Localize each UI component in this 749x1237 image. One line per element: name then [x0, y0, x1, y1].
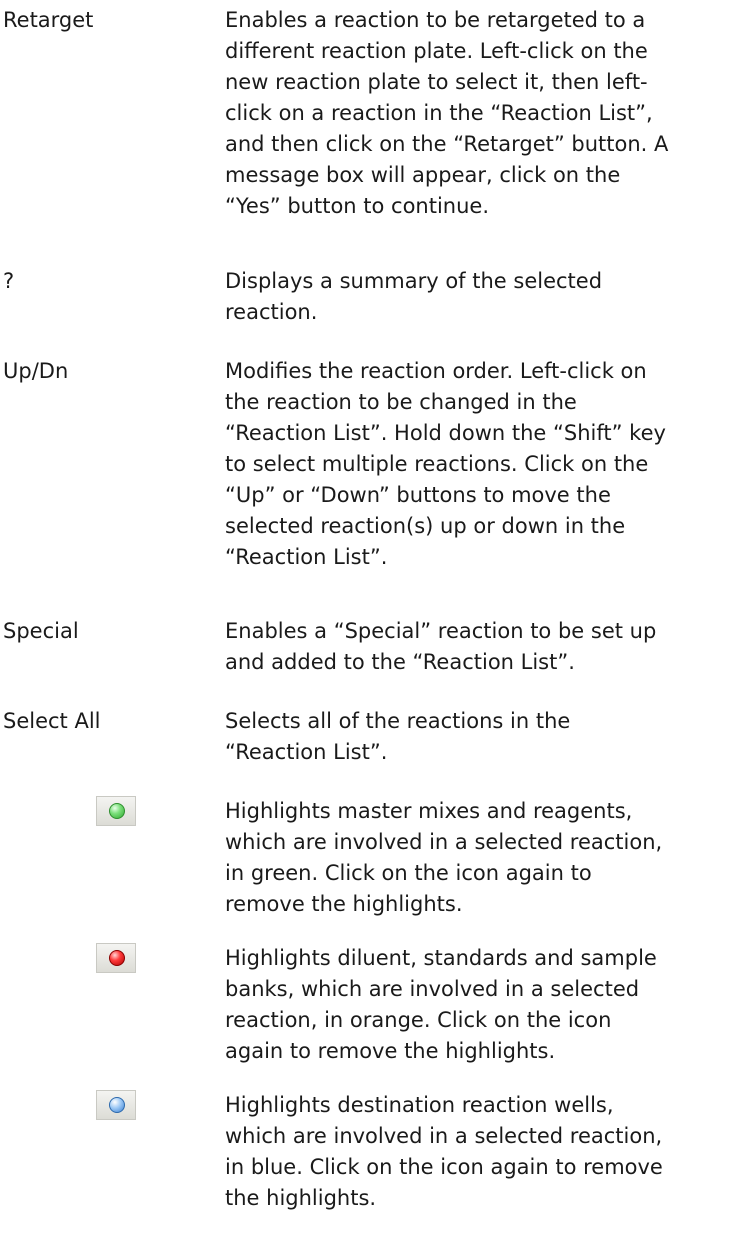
desc-line: again to remove the highlights.	[225, 1039, 556, 1063]
desc-line: and added to the “Reaction List”.	[225, 650, 575, 674]
red-circle-icon	[109, 950, 125, 966]
desc-line: reaction.	[225, 300, 318, 324]
desc-line: in blue. Click on the icon again to remo…	[225, 1155, 663, 1179]
desc-line: to select multiple reactions. Click on t…	[225, 452, 649, 476]
desc-summary: Displays a summary of the selected react…	[225, 266, 602, 328]
desc-line: “Reaction List”.	[225, 545, 388, 569]
desc-line: and then click on the “Retarget” button.…	[225, 132, 669, 156]
desc-line: which are involved in a selected reactio…	[225, 830, 663, 854]
desc-line: Displays a summary of the selected	[225, 269, 603, 293]
desc-line: Enables a reaction to be retargeted to a	[225, 8, 646, 32]
desc-line: Highlights diluent, standards and sample	[225, 946, 657, 970]
desc-line: “Yes” button to continue.	[225, 194, 490, 218]
term-special: Special	[3, 619, 79, 643]
term-select-all: Select All	[3, 709, 101, 733]
term-up-dn: Up/Dn	[3, 359, 69, 383]
desc-line: the reaction to be changed in the	[225, 390, 577, 414]
desc-line: message box will appear, click on the	[225, 163, 621, 187]
desc-highlight-green: Highlights master mixes and reagents, wh…	[225, 796, 662, 920]
desc-line: the highlights.	[225, 1186, 377, 1210]
desc-line: Selects all of the reactions in the	[225, 709, 571, 733]
highlight-blue-button[interactable]	[96, 1090, 136, 1120]
desc-line: different reaction plate. Left-click on …	[225, 39, 648, 63]
desc-line: “Up” or “Down” buttons to move the	[225, 483, 611, 507]
term-retarget: Retarget	[3, 8, 94, 32]
desc-line: click on a reaction in the “Reaction Lis…	[225, 101, 653, 125]
desc-line: banks, which are involved in a selected	[225, 977, 640, 1001]
blue-circle-icon	[109, 1097, 125, 1113]
highlight-green-button[interactable]	[96, 796, 136, 826]
desc-line: Enables a “Special” reaction to be set u…	[225, 619, 657, 643]
term-summary: ?	[3, 269, 15, 293]
desc-line: new reaction plate to select it, then le…	[225, 70, 648, 94]
desc-line: remove the highlights.	[225, 892, 463, 916]
desc-line: Highlights master mixes and reagents,	[225, 799, 633, 823]
desc-line: selected reaction(s) up or down in the	[225, 514, 626, 538]
desc-highlight-red: Highlights diluent, standards and sample…	[225, 943, 657, 1067]
desc-line: Modifies the reaction order. Left-click …	[225, 359, 647, 383]
highlight-red-button[interactable]	[96, 943, 136, 973]
desc-line: “Reaction List”.	[225, 740, 388, 764]
green-circle-icon	[109, 803, 125, 819]
desc-special: Enables a “Special” reaction to be set u…	[225, 616, 656, 678]
desc-highlight-blue: Highlights destination reaction wells, w…	[225, 1090, 663, 1214]
desc-line: Highlights destination reaction wells,	[225, 1093, 614, 1117]
desc-line: in green. Click on the icon again to	[225, 861, 592, 885]
desc-retarget: Enables a reaction to be retargeted to a…	[225, 5, 668, 222]
desc-line: which are involved in a selected reactio…	[225, 1124, 663, 1148]
desc-line: “Reaction List”. Hold down the “Shift” k…	[225, 421, 666, 445]
desc-select-all: Selects all of the reactions in the “Rea…	[225, 706, 570, 768]
desc-up-dn: Modifies the reaction order. Left-click …	[225, 356, 666, 573]
desc-line: reaction, in orange. Click on the icon	[225, 1008, 612, 1032]
